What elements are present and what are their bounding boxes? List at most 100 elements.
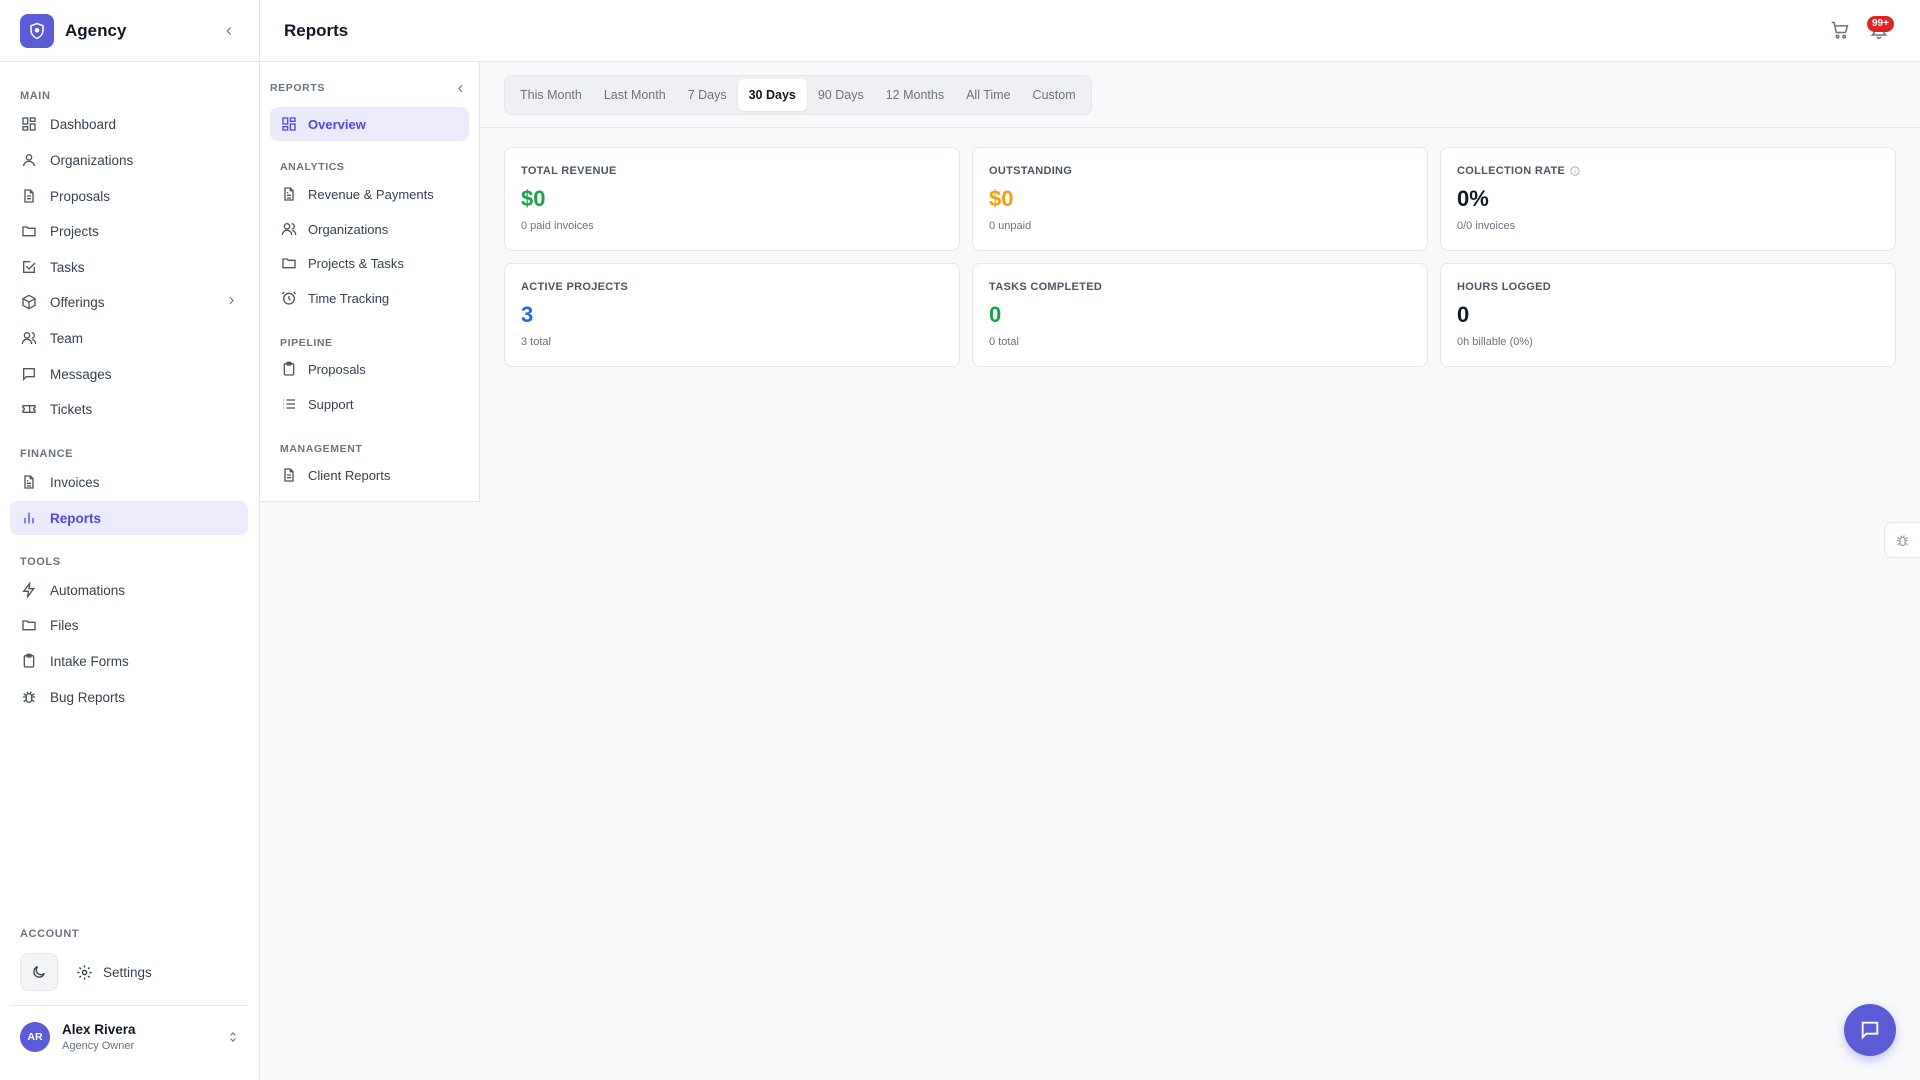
- collapse-subnav-button[interactable]: [450, 78, 470, 98]
- sidebar-item-invoices[interactable]: Invoices: [10, 465, 248, 499]
- sidebar-item-tickets[interactable]: Tickets: [10, 392, 248, 426]
- tab-12-months[interactable]: 12 Months: [875, 79, 955, 111]
- stat-card-hours-logged: HOURS LOGGED 0 0h billable (0%): [1440, 263, 1896, 367]
- subnav-item-organizations[interactable]: Organizations: [270, 212, 469, 246]
- tab-custom[interactable]: Custom: [1022, 79, 1087, 111]
- card-subtext: 0 total: [989, 336, 1019, 348]
- subnav-item-support[interactable]: Support: [270, 387, 469, 421]
- sidebar-item-reports[interactable]: Reports: [10, 501, 248, 535]
- chat-button[interactable]: [1844, 1004, 1896, 1056]
- user-menu[interactable]: AR Alex Rivera Agency Owner: [20, 1022, 240, 1052]
- theme-toggle-button[interactable]: [20, 953, 58, 991]
- chevron-up-down-icon: [226, 1030, 240, 1044]
- grid-icon: [20, 115, 38, 133]
- shield-logo-icon: [20, 13, 54, 48]
- sidebar-item-tasks[interactable]: Tasks: [10, 250, 248, 284]
- card-value: 0: [989, 302, 1002, 327]
- sidebar-item-label: Automations: [50, 582, 126, 598]
- user-name: Alex Rivera: [62, 1022, 136, 1037]
- tab-30-days[interactable]: 30 Days: [737, 79, 807, 111]
- settings-button[interactable]: Settings: [76, 964, 152, 981]
- chevron-left-icon: [226, 26, 232, 35]
- sidebar-item-label: Reports: [50, 510, 102, 526]
- subnav-item-label: Time Tracking: [308, 290, 390, 306]
- subnav-item-client-reports[interactable]: Client Reports: [270, 458, 469, 492]
- subnav-item-time-tracking[interactable]: Time Tracking: [270, 281, 469, 315]
- subnav-item-overview[interactable]: Overview: [270, 107, 469, 141]
- subnav-item-revenue-payments[interactable]: Revenue & Payments: [270, 177, 469, 211]
- sidebar-item-files[interactable]: Files: [10, 608, 248, 642]
- sidebar-item-label: Organizations: [50, 152, 134, 168]
- sidebar-item-proposals[interactable]: Proposals: [10, 179, 248, 213]
- card-label: HOURS LOGGED: [1457, 281, 1552, 293]
- sidebar-item-team[interactable]: Team: [10, 321, 248, 355]
- sidebar-item-label: Offerings: [50, 294, 105, 310]
- subnav-header: REPORTS: [270, 78, 470, 98]
- period-tabs: This Month Last Month 7 Days 30 Days 90 …: [504, 75, 1092, 115]
- collapse-sidebar-button[interactable]: [219, 21, 239, 41]
- brand-bar: Agency: [0, 0, 259, 62]
- sidebar-item-automations[interactable]: Automations: [10, 573, 248, 607]
- tab-last-month[interactable]: Last Month: [593, 79, 677, 111]
- section-label-tools: TOOLS: [20, 556, 61, 568]
- bar-chart-icon: [20, 509, 38, 527]
- avatar: AR: [20, 1022, 50, 1052]
- bug-icon: [20, 688, 38, 706]
- main-sidebar: Agency MAIN Dashboard Organizations Prop…: [0, 0, 260, 1080]
- box-icon: [20, 293, 38, 311]
- subnav-item-proposals[interactable]: Proposals: [270, 352, 469, 386]
- stat-card-total-revenue: TOTAL REVENUE $0 0 paid invoices: [504, 147, 960, 251]
- folder-icon: [20, 222, 38, 240]
- sidebar-item-label: Tasks: [50, 259, 85, 275]
- sidebar-item-label: Invoices: [50, 474, 100, 490]
- tab-this-month[interactable]: This Month: [509, 79, 593, 111]
- tab-90-days[interactable]: 90 Days: [807, 79, 875, 111]
- document-icon: [20, 187, 38, 205]
- tab-7-days[interactable]: 7 Days: [677, 79, 738, 111]
- sidebar-item-dashboard[interactable]: Dashboard: [10, 107, 248, 141]
- notification-badge: 99+: [1867, 16, 1894, 32]
- section-label-finance: FINANCE: [20, 448, 74, 460]
- users-icon: [20, 329, 38, 347]
- sidebar-item-offerings[interactable]: Offerings: [10, 285, 248, 319]
- subnav-item-label: Support: [308, 396, 354, 412]
- sidebar-item-label: Messages: [50, 366, 112, 382]
- reports-subnav: REPORTS Overview ANALYTICS Revenue & Pay…: [260, 62, 480, 502]
- top-header: Reports 99+: [260, 0, 1920, 62]
- chat-icon: [1861, 1021, 1879, 1040]
- invoice-icon: [20, 473, 38, 491]
- sidebar-item-bug-reports[interactable]: Bug Reports: [10, 680, 248, 714]
- account-row: Settings: [20, 953, 152, 991]
- sidebar-item-intake-forms[interactable]: Intake Forms: [10, 644, 248, 678]
- card-value: 0: [1457, 302, 1470, 327]
- subnav-section-analytics: ANALYTICS: [280, 161, 345, 173]
- card-label-row: COLLECTION RATE: [1457, 165, 1879, 177]
- card-value: $0: [521, 186, 546, 211]
- sidebar-item-label: Dashboard: [50, 116, 117, 132]
- stat-card-collection-rate: COLLECTION RATE 0% 0/0 invoices: [1440, 147, 1896, 251]
- sidebar-item-messages[interactable]: Messages: [10, 357, 248, 391]
- sidebar-item-organizations[interactable]: Organizations: [10, 143, 248, 177]
- list-icon: [280, 395, 298, 413]
- info-icon[interactable]: [1570, 166, 1580, 176]
- subnav-item-label: Proposals: [308, 361, 366, 377]
- subnav-item-projects-tasks[interactable]: Projects & Tasks: [270, 246, 469, 280]
- tab-all-time[interactable]: All Time: [955, 79, 1021, 111]
- card-subtext: 0h billable (0%): [1457, 336, 1533, 348]
- sidebar-item-label: Proposals: [50, 188, 111, 204]
- folder-icon: [280, 254, 298, 272]
- users-icon: [280, 220, 298, 238]
- sidebar-item-label: Tickets: [50, 401, 93, 417]
- sidebar-item-projects[interactable]: Projects: [10, 214, 248, 248]
- subnav-item-label: Organizations: [308, 221, 389, 237]
- bug-icon: [1896, 534, 1909, 546]
- cart-button[interactable]: [1830, 20, 1852, 42]
- bug-report-side-tab[interactable]: [1884, 522, 1920, 558]
- subnav-title: REPORTS: [270, 82, 325, 94]
- card-label: COLLECTION RATE: [1457, 165, 1566, 177]
- card-subtext: 0 unpaid: [989, 220, 1032, 232]
- card-label: TASKS COMPLETED: [989, 281, 1103, 293]
- clipboard-icon: [280, 360, 298, 378]
- sidebar-item-label: Bug Reports: [50, 689, 126, 705]
- grid-icon: [280, 115, 298, 133]
